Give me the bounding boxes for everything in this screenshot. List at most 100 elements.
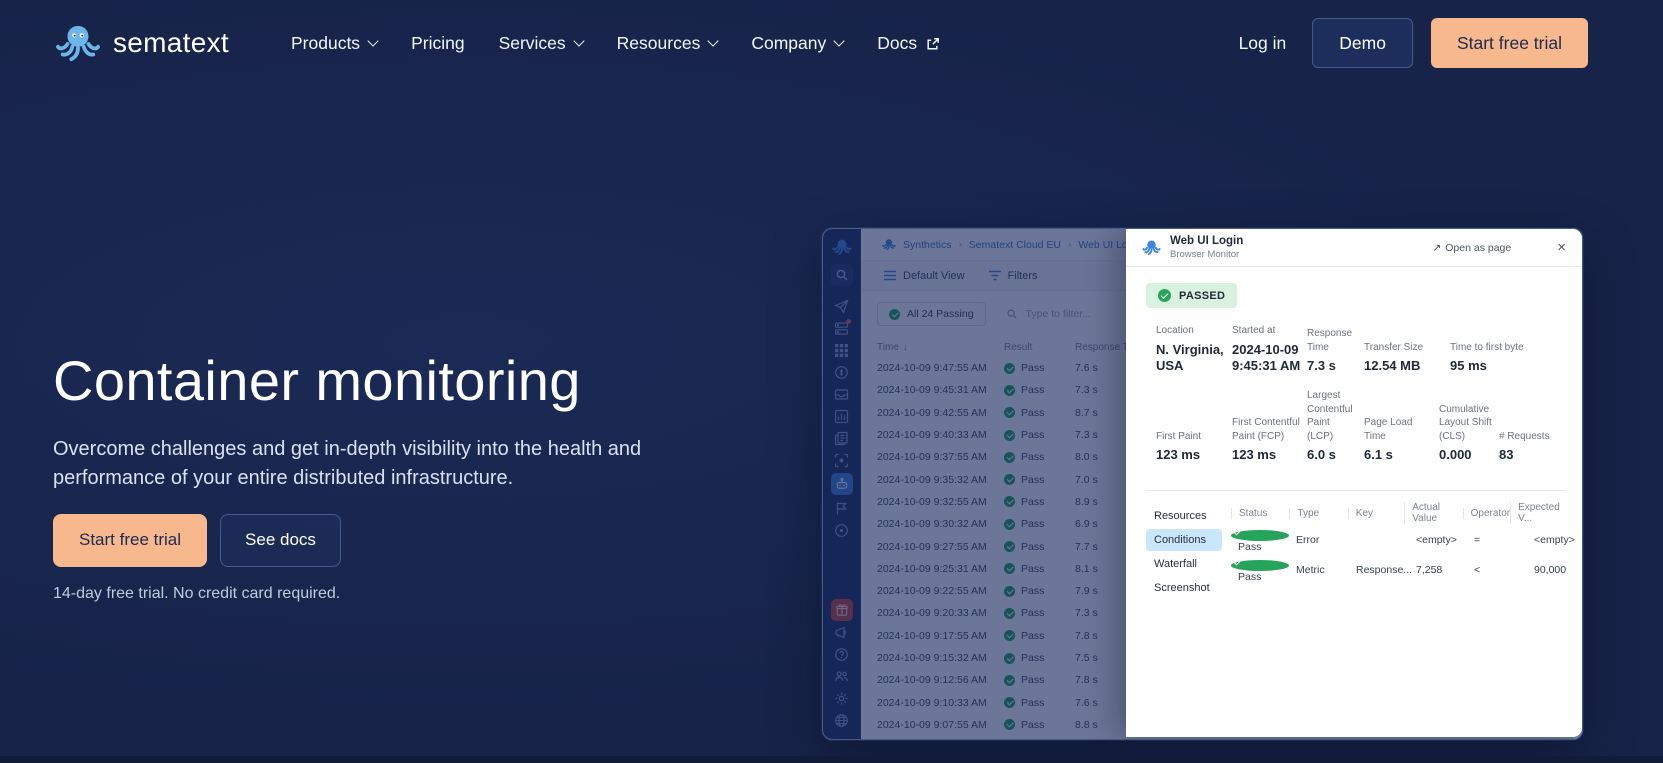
nav-menu: Products Pricing Services Resources Comp… <box>291 33 940 54</box>
close-icon[interactable]: × <box>1557 240 1566 255</box>
condition-actual-value: <empty> <box>1416 533 1457 546</box>
metric-value: 95 ms <box>1450 358 1487 374</box>
open-as-page-label: Open as page <box>1445 241 1512 254</box>
metric-cell: Time to first byte 95 ms <box>1450 341 1530 375</box>
chevron-down-icon <box>573 34 585 47</box>
monitor-detail-panel: Web UI Login Browser Monitor ↗ Open as p… <box>1126 229 1582 737</box>
metric-cell: Largest Contentful Paint (LCP) 6.0 s <box>1307 389 1364 464</box>
metric-label: First Contentful Paint (FCP) <box>1232 417 1300 442</box>
metric-value: 6.0 s <box>1307 447 1336 463</box>
condition-expected-value: <empty> <box>1534 533 1575 546</box>
nav-menu-item-label: Products <box>291 32 361 53</box>
see-docs-button[interactable]: See docs <box>220 513 341 567</box>
nav-menu-item-label: Pricing <box>411 32 465 53</box>
nav-start-free-trial-button[interactable]: Start free trial <box>1430 18 1588 68</box>
metric-value: 6.1 s <box>1364 447 1393 463</box>
nav-menu-item-label: Company <box>751 32 827 53</box>
metrics-row-2: First Paint 123 ms First Contentful Pain… <box>1156 389 1566 464</box>
pass-check-icon <box>1231 559 1289 571</box>
metric-value: 123 ms <box>1156 447 1201 463</box>
nav-menu-item[interactable]: Company <box>751 32 845 54</box>
detail-tab[interactable]: Waterfall <box>1146 553 1222 575</box>
hero-description: Overcome challenges and get in-depth vis… <box>53 437 642 489</box>
login-link[interactable]: Log in <box>1239 33 1287 54</box>
metric-value: 0.000 <box>1439 447 1472 463</box>
metric-label: Largest Contentful Paint (LCP) <box>1307 390 1353 442</box>
conditions-column-label: Operator <box>1462 507 1510 519</box>
hero-cta-row: Start free trial See docs <box>53 513 733 567</box>
condition-key: Response... <box>1356 563 1413 576</box>
condition-type: Metric <box>1296 563 1325 576</box>
condition-status: Pass <box>1231 527 1289 553</box>
conditions-table: Status Type Key Actual Value Operator Ex… <box>1231 502 1575 601</box>
metric-cell: Response Time 7.3 s <box>1307 327 1364 375</box>
nav-menu-item[interactable]: Docs <box>877 33 940 54</box>
conditions-column-label: Actual Value <box>1404 502 1462 525</box>
metric-label: Cumulative Layout Shift (CLS) <box>1439 403 1492 442</box>
metric-value: N. Virginia, USA <box>1156 341 1224 374</box>
metric-cell: Location N. Virginia, USA <box>1156 324 1232 375</box>
monitor-title: Web UI Login <box>1170 235 1244 248</box>
metric-label: Time to first byte <box>1450 341 1524 353</box>
metric-cell: Started at 2024-10-09 9:45:31 AM <box>1232 324 1307 375</box>
status-badge: PASSED <box>1146 283 1238 308</box>
metric-value: 2024-10-09 9:45:31 AM <box>1232 341 1301 374</box>
start-free-trial-button[interactable]: Start free trial <box>53 513 208 567</box>
metric-label: First Paint <box>1156 430 1202 442</box>
metric-label: Response Time <box>1307 328 1353 353</box>
metrics-row-1: Location N. Virginia, USA Started at 202… <box>1156 324 1566 375</box>
conditions-table-header: Status Type Key Actual Value Operator Ex… <box>1231 502 1575 525</box>
nav-menu-item[interactable]: Services <box>498 32 585 54</box>
detail-bottom-section: Resources Conditions Waterfall Screensho… <box>1146 502 1575 601</box>
metric-cell: # Requests 83 <box>1499 430 1556 464</box>
metric-cell: Page Load Time 6.1 s <box>1364 416 1439 464</box>
conditions-column-label: Status <box>1231 507 1289 519</box>
metric-label: Location <box>1156 325 1194 336</box>
page-title: Container monitoring <box>53 349 581 412</box>
octopus-logo-icon <box>56 25 100 62</box>
chevron-down-icon <box>833 34 845 47</box>
nav-menu-item-label: Docs <box>877 32 918 53</box>
metric-label: Transfer Size <box>1364 341 1424 353</box>
condition-status: Pass <box>1231 557 1289 583</box>
detail-titles: Web UI Login Browser Monitor <box>1170 234 1243 260</box>
chevron-down-icon <box>707 34 719 47</box>
metric-value: 83 <box>1499 447 1514 463</box>
nav-right: Log in Demo Start free trial <box>1239 18 1588 68</box>
conditions-column-label: Expected V... <box>1510 502 1575 525</box>
condition-row[interactable]: Pass Metric Response... 7,258 < 90,000 <box>1231 557 1575 583</box>
divider <box>1146 490 1566 492</box>
external-link-icon <box>927 37 940 50</box>
monitor-subtitle: Browser Monitor <box>1170 248 1240 260</box>
open-as-page-button[interactable]: ↗ Open as page <box>1432 242 1511 254</box>
detail-tab[interactable]: Screenshot <box>1146 577 1222 599</box>
detail-body: PASSED Location N. Virginia, USA Started… <box>1126 267 1582 737</box>
detail-tab[interactable]: Resources <box>1146 505 1222 527</box>
metric-label: Page Load Time <box>1364 417 1413 442</box>
metric-label: Started at <box>1232 325 1276 336</box>
conditions-column-label: Key <box>1347 507 1404 519</box>
demo-button[interactable]: Demo <box>1312 18 1413 68</box>
metric-label: # Requests <box>1499 430 1550 442</box>
condition-row[interactable]: Pass Error <empty> = <empty> <box>1231 527 1575 553</box>
next-section-edge <box>0 756 1663 763</box>
status-badge-label: PASSED <box>1179 289 1226 302</box>
chevron-down-icon <box>367 34 379 47</box>
condition-type: Error <box>1296 533 1320 546</box>
metric-cell: Transfer Size 12.54 MB <box>1364 341 1450 375</box>
nav-menu-item[interactable]: Pricing <box>411 33 465 54</box>
brand-name: sematext <box>113 27 229 58</box>
metric-value: 123 ms <box>1232 447 1277 463</box>
pass-check-icon <box>1231 529 1289 541</box>
hero-section: Container monitoring Overcome challenges… <box>53 349 733 603</box>
conditions-column-label: Type <box>1289 507 1347 519</box>
nav-menu-item-label: Services <box>498 32 566 53</box>
nav-menu-item[interactable]: Resources <box>617 33 719 54</box>
detail-tab[interactable]: Conditions <box>1146 529 1222 552</box>
conditions-rows: Pass Error <empty> = <empty> Pass Metric… <box>1231 527 1575 583</box>
nav-menu-item[interactable]: Products <box>291 32 379 54</box>
pass-check-icon <box>1158 289 1171 302</box>
sematext-logo[interactable]: sematext <box>55 22 229 64</box>
detail-tabs: Resources Conditions Waterfall Screensho… <box>1146 505 1222 601</box>
condition-actual-value: 7,258 <box>1416 563 1443 576</box>
